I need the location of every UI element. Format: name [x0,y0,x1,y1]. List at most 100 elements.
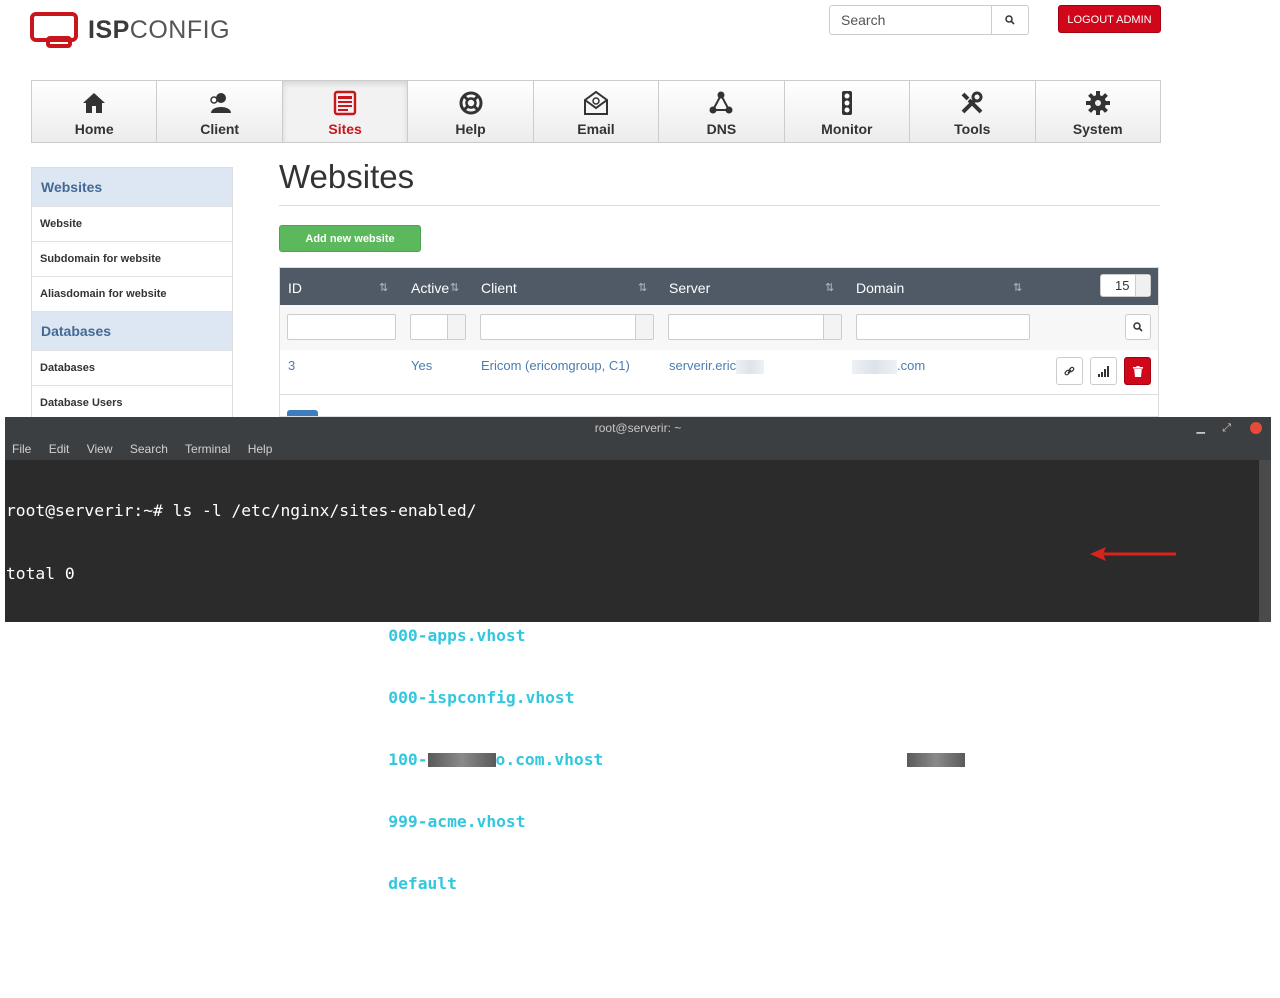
terminal-scrollbar[interactable] [1259,460,1271,622]
dns-icon [709,91,733,114]
sidebar-item-aliasdomain[interactable]: Aliasdomain for website [32,277,232,312]
nav-tab-email[interactable]: Email [533,81,660,142]
link-icon [1064,366,1075,375]
menu-edit[interactable]: Edit [49,442,70,456]
terminal-line: lrwxrwxrwx 1 root root 42 Jan 22 20:06 0… [6,688,1260,709]
sidebar-section-databases: Databases [32,312,232,351]
nav-tab-monitor[interactable]: Monitor [784,81,911,142]
stats-icon [1098,365,1109,377]
nav-tab-system[interactable]: System [1035,81,1160,142]
filter-client-select[interactable] [480,314,654,340]
sidebar-item-subdomain[interactable]: Subdomain for website [32,242,232,277]
terminal-text: root@serverir:~# [6,936,173,956]
terminal-prompt: root@serverir:~# [6,936,1260,957]
column-header-client[interactable]: Client [481,268,517,305]
nav-tab-dns[interactable]: DNS [659,81,785,142]
filter-id-input[interactable] [287,314,396,340]
sidebar-item-website[interactable]: Website [32,207,232,242]
filter-domain-input[interactable] [856,314,1030,340]
page-size-select[interactable]: 15 [1100,274,1151,297]
cell-id[interactable]: 3 [288,350,295,382]
column-header-domain[interactable]: Domain [856,268,904,305]
cell-active[interactable]: Yes [411,350,432,382]
column-header-id[interactable]: ID [288,268,302,305]
filter-search-button[interactable] [1125,314,1151,340]
filter-row [280,305,1158,351]
nav-label: Sites [328,121,362,137]
search-button[interactable] [991,5,1029,35]
sort-icon[interactable]: ⇅ [450,268,459,305]
client-icon [209,93,231,113]
terminal-link-name: default [388,873,457,893]
cell-domain[interactable]: .com [852,350,925,382]
search-icon [1005,15,1015,25]
menu-view[interactable]: View [87,442,113,456]
pagination-button[interactable] [287,410,318,416]
sidebar-item-database-users[interactable]: Database Users [32,386,232,421]
delete-button[interactable] [1124,357,1151,385]
terminal-line: lrwxrwxrwx 1 root root 34 Jan 22 19:49 d… [6,874,1260,895]
terminal-text: lrwxrwxrwx 1 root root 42 Jan 22 20:06 [6,687,389,707]
terminal-link-name: o.com.vhost [495,749,604,769]
menu-help[interactable]: Help [248,442,273,456]
ispconfig-logo[interactable]: ISPCONFIG [30,10,230,50]
add-new-website-button[interactable]: Add new website [279,225,421,252]
terminal-output[interactable]: root@serverir:~# ls -l /etc/nginx/sites-… [5,460,1260,955]
cell-client[interactable]: Ericom (ericomgroup, C1) [481,350,630,382]
terminal-line: total 0 [6,564,1260,585]
sidebar: Websites Website Subdomain for website A… [31,167,233,422]
menu-file[interactable]: File [12,442,31,456]
terminal-line: lrwxrwxrwx 1 root root 44 Jan 23 08:33 1… [6,750,1260,771]
menu-search[interactable]: Search [130,442,168,456]
search-input[interactable]: Search [829,5,991,35]
logout-button[interactable]: LOGOUT ADMIN [1058,5,1161,33]
terminal-text: total 0 [6,563,75,583]
column-header-server[interactable]: Server [669,268,710,305]
trash-icon [1132,365,1143,377]
nav-label: Client [200,121,240,137]
chevron-down-icon [447,315,465,339]
chevron-down-icon [1135,275,1150,296]
nav-tab-client[interactable]: Client [157,81,283,142]
sort-icon[interactable]: ⇅ [1013,268,1022,305]
logo-icon [30,12,78,48]
sites-icon [333,90,357,116]
terminal-line: root@serverir:~# ls -l /etc/nginx/sites-… [6,501,1260,522]
menu-terminal[interactable]: Terminal [185,442,230,456]
tools-icon [961,91,983,114]
terminal-link-name: 000-ispconfig.vhost [388,687,575,707]
nav-tab-sites[interactable]: Sites [282,81,409,142]
chevron-down-icon [823,315,841,339]
sort-icon[interactable]: ⇅ [638,268,647,305]
filter-server-select[interactable] [668,314,842,340]
terminal-text: lrwxrwxrwx 1 root root 37 Jan 22 20:06 [6,811,389,831]
terminal-text: -> /etc/nginx/sites-available/acme.vhost [525,811,928,831]
nav-label: Home [74,121,114,137]
cell-server[interactable]: serverir.eric [669,350,765,382]
maximize-icon[interactable]: ⤢ [1222,417,1231,439]
terminal-text: -> /etc/nginx/sites-available/ [603,749,908,769]
nav-label: Monitor [821,121,873,137]
sidebar-item-databases[interactable]: Databases [32,351,232,386]
sort-icon[interactable]: ⇅ [379,268,388,305]
minimize-icon[interactable]: ▁ [1197,417,1205,439]
close-icon[interactable] [1250,422,1262,434]
statistics-button[interactable] [1090,357,1117,385]
sidebar-section-websites: Websites [32,168,232,207]
nav-label: Tools [954,121,991,137]
terminal-window[interactable]: root@serverir: ~ ▁ ⤢ File Edit View Sear… [5,417,1271,955]
cell-domain-text: .com [897,358,926,373]
table-row[interactable]: 3 Yes Ericom (ericomgroup, C1) serverir.… [280,350,1158,395]
open-link-button[interactable] [1056,357,1083,385]
nav-tab-tools[interactable]: Tools [910,81,1036,142]
nav-label: Help [455,121,486,137]
monitor-icon [841,91,852,115]
help-icon [459,91,483,115]
chevron-down-icon [635,315,653,339]
nav-tab-home[interactable]: Home [32,81,158,142]
column-header-active[interactable]: Active [411,268,449,305]
nav-tab-help[interactable]: Help [408,81,534,142]
filter-active-select[interactable] [410,314,466,340]
nav-label: System [1072,121,1123,137]
sort-icon[interactable]: ⇅ [825,268,834,305]
